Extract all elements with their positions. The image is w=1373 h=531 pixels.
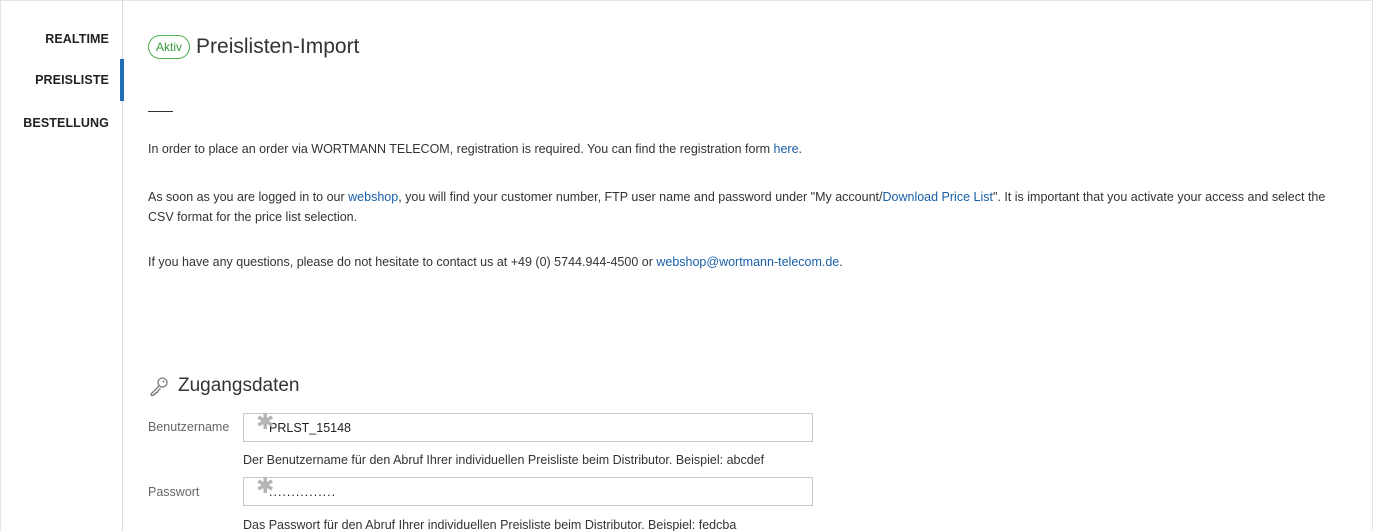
page-frame: REALTIME PREISLISTE BESTELLUNG Aktiv Pre… [0,0,1373,531]
page-title: Preislisten-Import [196,35,360,58]
sidebar-item-bestellung[interactable]: BESTELLUNG [23,116,109,130]
key-icon [148,375,170,397]
intro-text: As soon as you are logged in to our [148,190,349,204]
intro-text-end: . [839,255,843,269]
password-help-text: Das Passwort für den Abruf Ihrer individ… [243,518,737,531]
credentials-section-title: Zugangsdaten [178,375,300,396]
asterisk-icon: ✱ [256,410,275,435]
sidebar-active-indicator [120,59,124,101]
sidebar-item-realtime[interactable]: REALTIME [45,32,109,46]
title-divider [148,111,173,112]
download-price-list-link[interactable]: Download Price List [882,190,992,204]
password-label: Passwort [148,485,200,499]
sidebar: REALTIME PREISLISTE BESTELLUNG [1,1,124,531]
username-label: Benutzername [148,420,230,434]
intro-text-end: . [798,142,803,156]
intro-paragraph-registration: In order to place an order via WORTMANN … [148,139,1348,159]
contact-email-link[interactable]: webshop@wortmann-telecom.de [656,255,839,269]
status-badge: Aktiv [148,35,191,59]
password-input[interactable] [243,477,813,506]
credentials-section-header: Zugangsdaten [148,375,300,397]
username-help-text: Der Benutzername für den Abruf Ihrer ind… [243,453,765,467]
asterisk-icon: ✱ [256,474,275,499]
registration-form-link[interactable]: here [774,142,799,156]
intro-paragraph-contact: If you have any questions, please do not… [148,252,1348,272]
intro-paragraph-account: As soon as you are logged in to our webs… [148,187,1348,227]
intro-text: , you will find your customer number, FT… [398,190,883,204]
username-input[interactable] [243,413,813,442]
webshop-link[interactable]: webshop [348,190,398,204]
main-content: Aktiv Preislisten-Import In order to pla… [148,1,1352,531]
intro-text: In order to place an order via WORTMANN … [148,142,774,156]
sidebar-item-preisliste[interactable]: PREISLISTE [35,73,109,87]
page-header: Aktiv Preislisten-Import [148,31,359,63]
intro-text: If you have any questions, please do not… [148,255,657,269]
